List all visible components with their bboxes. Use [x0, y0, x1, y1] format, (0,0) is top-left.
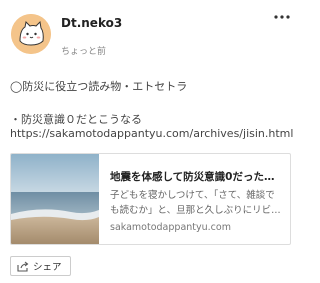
share-icon — [17, 261, 29, 272]
share-button[interactable]: シェア — [10, 256, 71, 276]
share-label: シェア — [33, 262, 62, 273]
author-name[interactable]: Dt.neko3 — [61, 16, 122, 30]
link-preview-card[interactable]: 地震を体感して防災意識0だったこ… 子どもを寝かしつけて、「さて、雑談でも読むか… — [10, 153, 291, 245]
cat-avatar-icon — [11, 14, 51, 54]
avatar[interactable] — [11, 14, 51, 54]
preview-description: 子どもを寝かしつけて、「さて、雑談でも読むか」と、旦那と久しぶりにリビ… — [110, 190, 281, 216]
preview-domain: sakamotodappantyu.com — [110, 222, 231, 233]
post-card: Dt.neko3 ちょっと前 ◯防災に役立つ読み物・エトセトラ ・防災意識０だと… — [0, 0, 300, 283]
beach-thumbnail-image — [11, 154, 99, 244]
post-timestamp[interactable]: ちょっと前 — [61, 44, 106, 57]
more-options-icon[interactable] — [270, 8, 294, 26]
post-link[interactable]: https://sakamotodappantyu.com/archives/j… — [10, 127, 293, 140]
post-body-line: ◯防災に役立つ読み物・エトセトラ — [10, 80, 188, 93]
post-body-line: ・防災意識０だとこうなる — [10, 113, 142, 126]
ellipsis-icon — [274, 15, 290, 19]
preview-title: 地震を体感して防災意識0だったこ… — [110, 171, 284, 183]
